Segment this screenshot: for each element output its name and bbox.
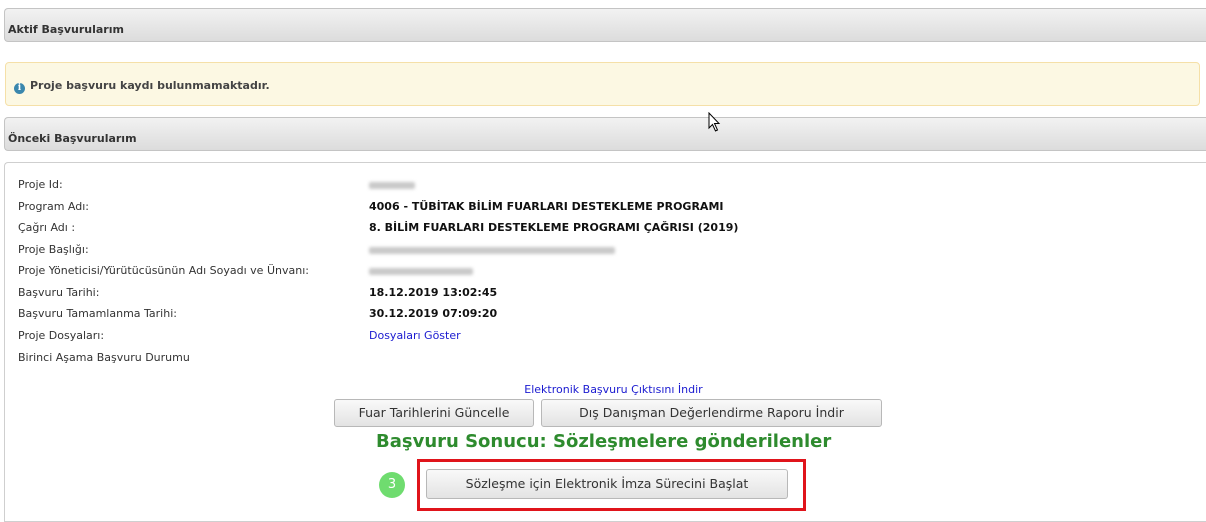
info-icon: i xyxy=(14,83,25,94)
field-label: Program Adı: xyxy=(18,200,89,213)
download-consultant-report-button[interactable]: Dış Danışman Değerlendirme Raporu İndir xyxy=(541,399,882,427)
field-label: Proje Başlığı: xyxy=(18,243,89,256)
field-value: 4006 - TÜBİTAK BİLİM FUARLARI DESTEKLEME… xyxy=(369,200,724,213)
step-number-badge: 3 xyxy=(379,472,405,498)
download-application-output-link[interactable]: Elektronik Başvuru Çıktısını İndir xyxy=(5,383,1206,396)
redacted-value xyxy=(369,243,615,257)
field-label: Birinci Aşama Başvuru Durumu xyxy=(18,351,190,364)
update-fair-dates-button[interactable]: Fuar Tarihlerini Güncelle xyxy=(334,399,534,427)
field-label: Proje Dosyaları: xyxy=(18,329,105,342)
field-value: 30.12.2019 07:09:20 xyxy=(369,307,498,320)
redacted-value xyxy=(369,178,415,192)
redacted-value xyxy=(369,264,473,278)
highlight-frame xyxy=(417,459,806,511)
field-label: Başvuru Tarihi: xyxy=(18,286,100,299)
active-applications-header: Aktif Başvurularım xyxy=(4,8,1206,42)
previous-applications-header[interactable]: Önceki Başvurularım xyxy=(4,117,1206,151)
field-label: Proje Yöneticisi/Yürütücüsünün Adı Soyad… xyxy=(18,264,309,277)
no-application-alert: i Proje başvuru kaydı bulunmamaktadır. xyxy=(5,62,1200,106)
field-value: 8. BİLİM FUARLARI DESTEKLEME PROGRAMI ÇA… xyxy=(369,221,739,234)
application-details-panel: Proje Id: Program Adı: 4006 - TÜBİTAK Bİ… xyxy=(4,162,1206,522)
field-label: Proje Id: xyxy=(18,178,63,191)
alert-text: Proje başvuru kaydı bulunmamaktadır. xyxy=(30,79,270,92)
mouse-cursor-icon xyxy=(708,112,721,132)
field-value: 18.12.2019 13:02:45 xyxy=(369,286,498,299)
show-files-link[interactable]: Dosyaları Göster xyxy=(369,329,461,342)
field-label: Başvuru Tamamlanma Tarihi: xyxy=(18,307,177,320)
previous-applications-title: Önceki Başvurularım xyxy=(8,132,137,145)
active-applications-title: Aktif Başvurularım xyxy=(8,23,124,36)
field-label: Çağrı Adı : xyxy=(18,221,76,234)
application-result-text: Başvuru Sonucu: Sözleşmelere gönderilenl… xyxy=(376,431,832,452)
